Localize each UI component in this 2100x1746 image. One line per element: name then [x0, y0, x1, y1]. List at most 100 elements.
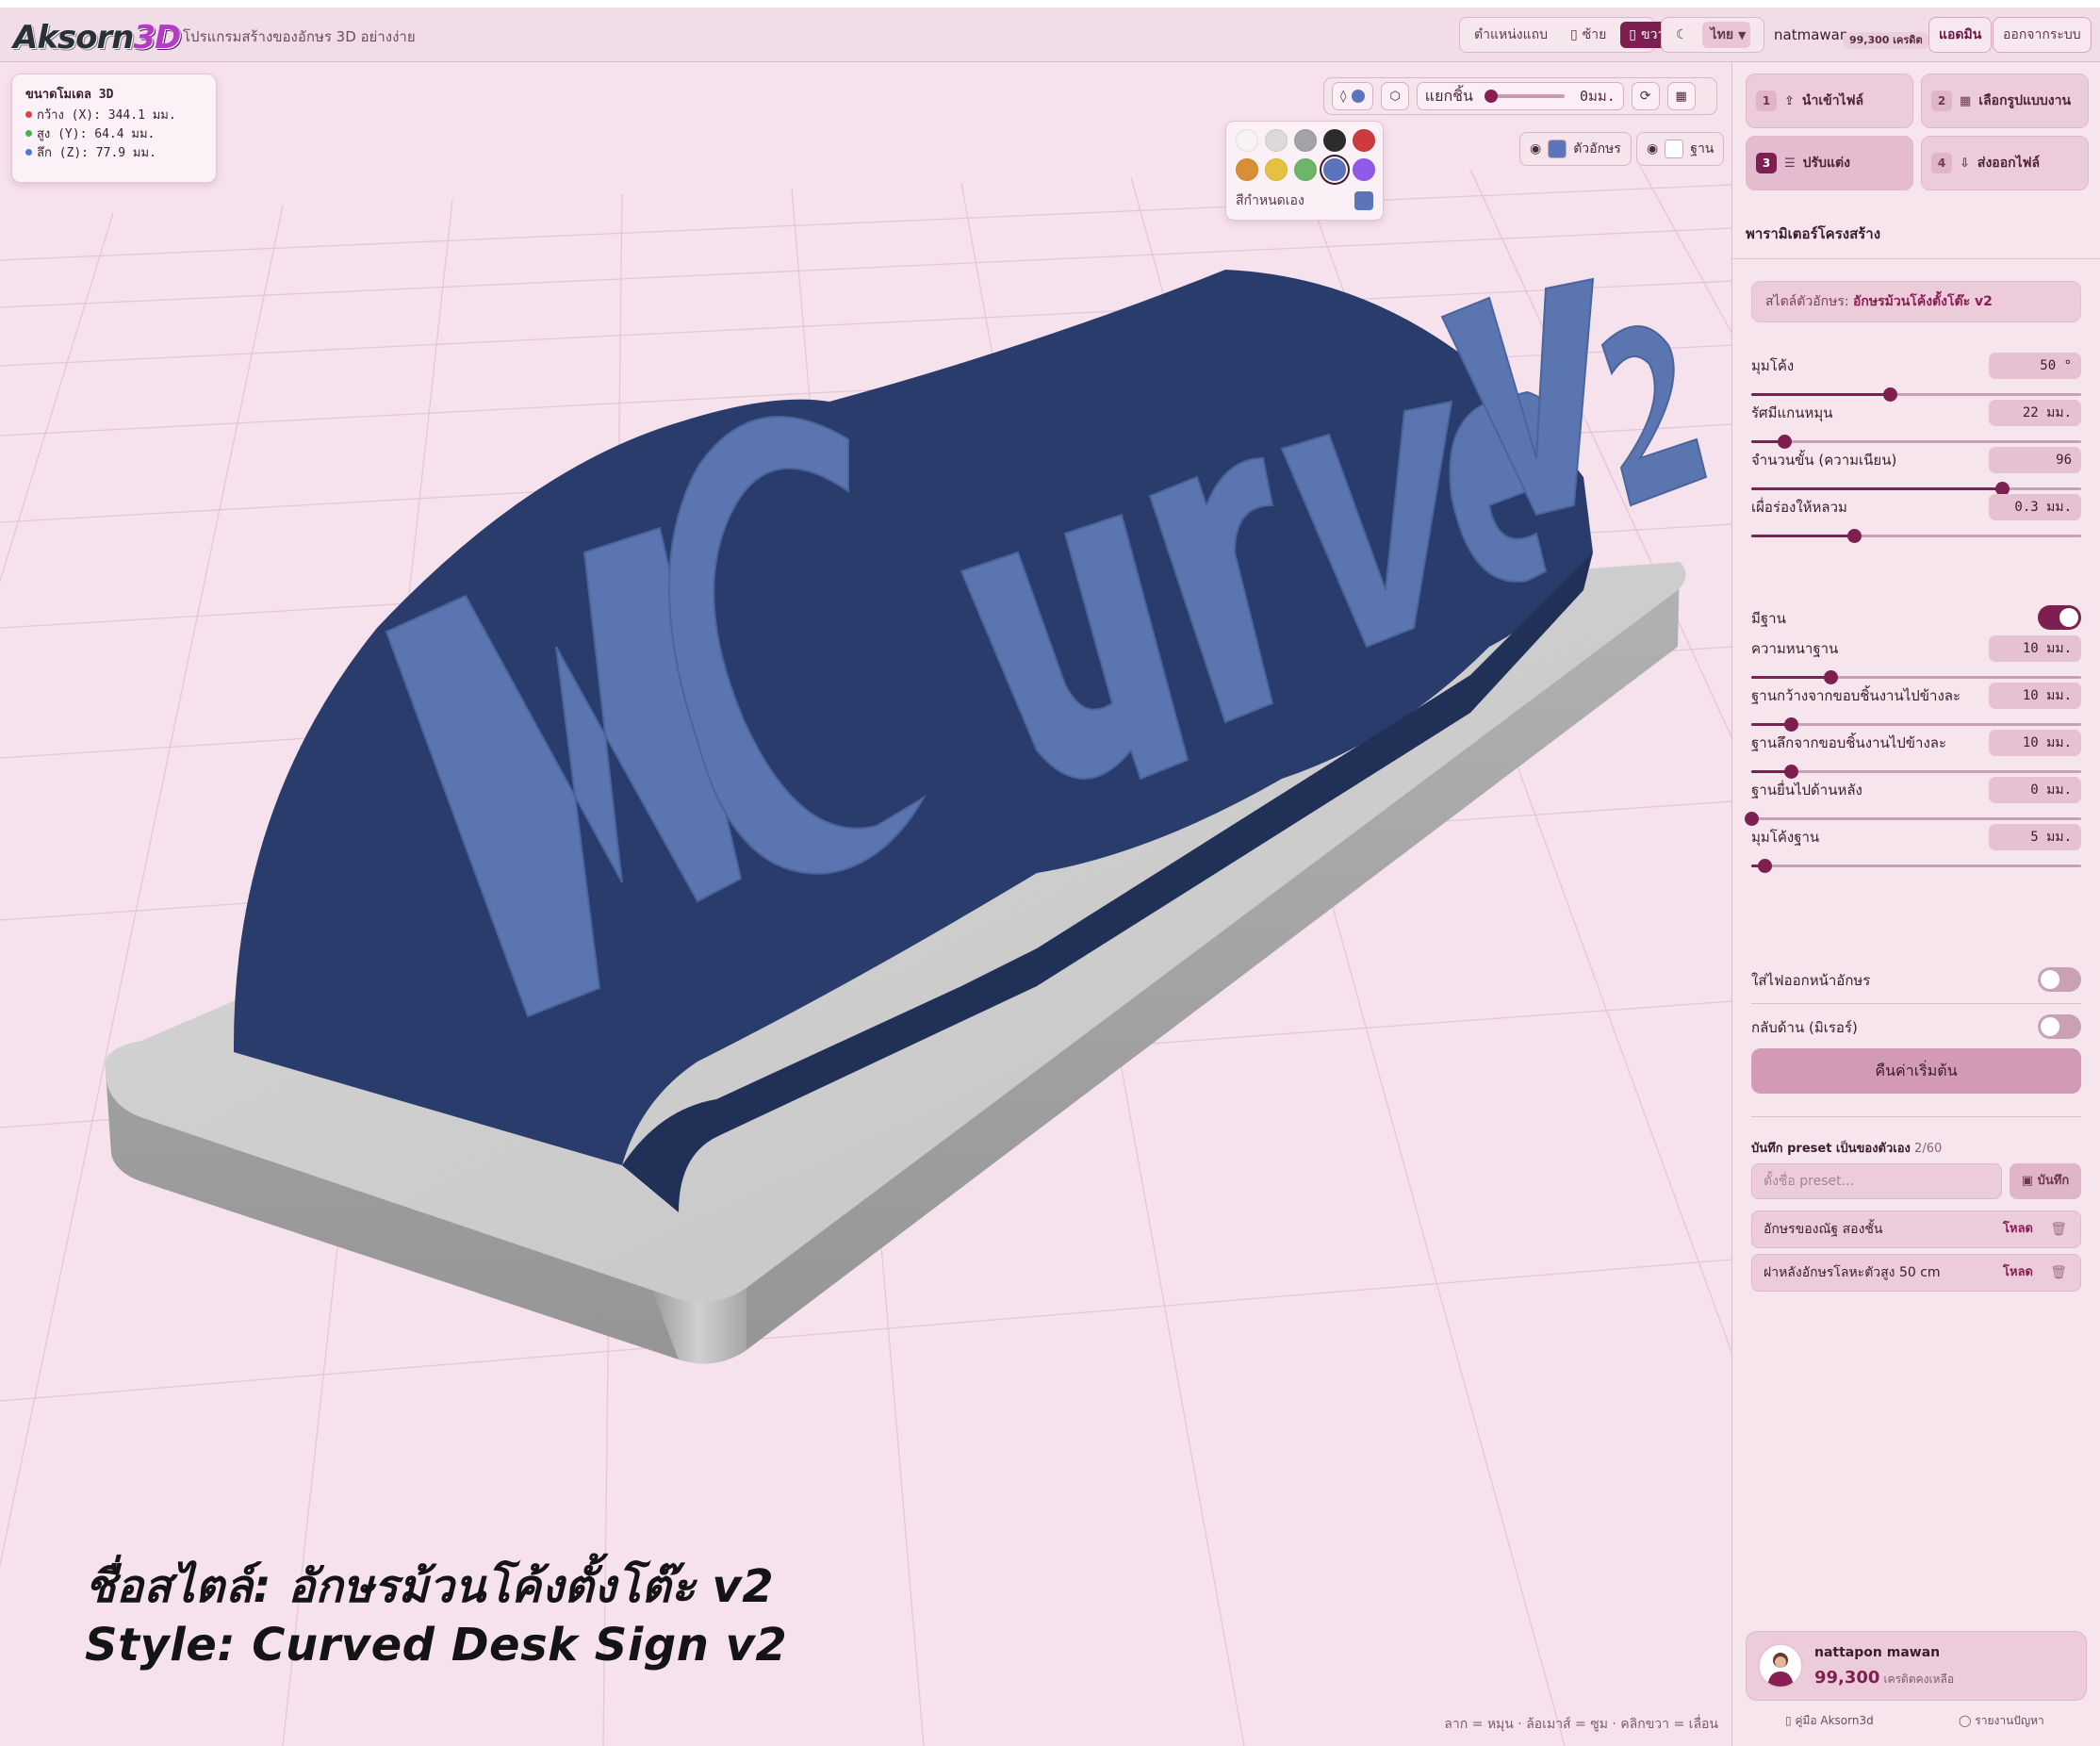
mirror-switch[interactable] [2038, 1014, 2081, 1039]
param-slider[interactable] [1751, 482, 2081, 496]
param-label: ฐานยื่นไปด้านหลัง [1751, 782, 1862, 799]
section-title: พารามิเตอร์โครงสร้าง [1746, 225, 1881, 242]
palette-swatch[interactable] [1265, 158, 1288, 181]
load-preset-button[interactable]: โหลด [2003, 1255, 2033, 1291]
param-value-input[interactable]: 96 [1989, 447, 2081, 473]
param-slider[interactable] [1751, 859, 2081, 873]
guide-link[interactable]: ▯ คู่มือ Aksorn3d [1785, 1712, 1874, 1730]
custom-color-label: สีกำหนดเอง [1236, 193, 1304, 208]
toggle-grid-button[interactable]: ▦ [1666, 82, 1696, 110]
preset-name-input[interactable]: ตั้งชื่อ preset... [1751, 1163, 2002, 1199]
reset-defaults-button[interactable]: คืนค่าเริ่มต้น [1751, 1048, 2081, 1094]
has-base-switch[interactable] [2038, 605, 2081, 630]
param-value-input[interactable]: 10 มม. [1989, 635, 2081, 662]
account-card[interactable]: nattapon mawan 99,300 เครดิตคงเหลือ [1746, 1631, 2087, 1701]
account-name: nattapon mawan [1814, 1645, 1941, 1660]
3d-scene[interactable] [0, 62, 1732, 1746]
theme-toggle-button[interactable]: ☾ [1667, 22, 1697, 48]
top-bar: Aksorn3D โปรแกรมสร้างของอักษร 3D อย่างง่… [0, 0, 2100, 62]
dims-height: สูง (Y): 64.4 มม. [25, 125, 203, 144]
settings-panel: 1 ⇪ นำเข้าไฟล์ 2 ▦ เลือกรูปแบบงาน 3 ☰ ปรับแต่ง 4 ⇩… [1732, 62, 2100, 1746]
app-tagline: โปรแกรมสร้างของอักษร 3D อย่างง่าย [183, 28, 416, 45]
param-label: มุมโค้ง [1751, 357, 1795, 374]
custom-color-row[interactable]: สีกำหนดเอง [1236, 190, 1373, 211]
param-value-input[interactable]: 50 ° [1989, 353, 2081, 379]
language-select[interactable]: ไทย ▼ [1701, 22, 1750, 48]
palette-swatch[interactable] [1294, 158, 1317, 181]
palette-swatch[interactable] [1265, 129, 1288, 152]
step-number: 1 [1756, 91, 1777, 111]
param-slider[interactable] [1751, 765, 2081, 779]
reset-view-button[interactable]: ⟳ [1631, 82, 1660, 110]
logout-button[interactable]: ออกจากระบบ [1993, 17, 2092, 53]
param-value-input[interactable]: 10 มม. [1989, 730, 2081, 756]
letters-visibility-toggle[interactable]: ◉ ตัวอักษร [1519, 132, 1632, 166]
param-slider[interactable] [1751, 529, 2081, 543]
param-slider-knob[interactable] [1758, 859, 1772, 873]
current-style-box: สไตล์ตัวอักษร: อักษรม้วนโค้งตั้งโต๊ะ v2 [1751, 281, 2081, 322]
letters-color-swatch [1548, 140, 1567, 158]
dims-width: กว้าง (X): 344.1 มม. [25, 107, 203, 125]
sliders-icon: ☰ [1784, 156, 1796, 171]
param-value-input[interactable]: 22 มม. [1989, 400, 2081, 426]
param-value-input[interactable]: 5 มม. [1989, 824, 2081, 850]
split-slider[interactable] [1485, 90, 1566, 103]
front-light-switch[interactable] [2038, 967, 2081, 992]
current-color-swatch [1352, 90, 1366, 103]
trash-icon[interactable]: 🗑 [2050, 1211, 2067, 1247]
custom-color-swatch[interactable] [1354, 191, 1373, 210]
front-light-row: ใส่ไฟออกหน้าอักษร [1751, 965, 2081, 994]
divider [1751, 1003, 2081, 1004]
divider [1751, 1116, 2081, 1117]
save-preset-button[interactable]: ▣ บันทึก [2010, 1163, 2081, 1199]
save-icon: ▣ [2021, 1174, 2034, 1188]
material-button[interactable]: ⬡ [1381, 82, 1409, 110]
credit-badge: 99,300 เครดิต [1844, 32, 1928, 49]
split-slider-knob[interactable] [1485, 90, 1499, 103]
split-value: 0มม. [1579, 88, 1616, 105]
app-logo[interactable]: Aksorn3D [13, 19, 181, 57]
palette-swatch[interactable] [1236, 158, 1258, 181]
param-slider[interactable] [1751, 387, 2081, 402]
front-light-label: ใส่ไฟออกหน้าอักษร [1751, 972, 1871, 989]
palette-swatch[interactable] [1323, 158, 1346, 181]
username: natmawan [1774, 26, 1849, 43]
palette-swatch[interactable] [1294, 129, 1317, 152]
step-tab-3[interactable]: 3 ☰ ปรับแต่ง [1746, 136, 1913, 190]
param-slider[interactable] [1751, 717, 2081, 732]
color-picker-button[interactable]: ◊ [1332, 82, 1374, 110]
step-tab-4[interactable]: 4 ⇩ ส่งออกไฟล์ [1921, 136, 2089, 190]
mirror-row: กลับด้าน (มิเรอร์) [1751, 1013, 2081, 1041]
step-tab-1[interactable]: 1 ⇪ นำเข้าไฟล์ [1746, 74, 1913, 128]
param-slider[interactable] [1751, 670, 2081, 684]
3d-viewport[interactable]: ขนาดโมเดล 3D กว้าง (X): 344.1 มม. สูง (Y… [0, 62, 1732, 1746]
color-palette: สีกำหนดเอง [1225, 121, 1384, 221]
palette-swatch[interactable] [1353, 158, 1375, 181]
panel-right-icon: ▯ [1629, 27, 1637, 42]
param-value-input[interactable]: 0.3 มม. [1989, 494, 2081, 520]
book-icon: ▯ [1785, 1714, 1792, 1727]
param-label: มุมโค้งฐาน [1751, 829, 1820, 846]
step-label: ปรับแต่ง [1802, 156, 1850, 171]
step-tab-2[interactable]: 2 ▦ เลือกรูปแบบงาน [1921, 74, 2089, 128]
viewport-toolbar: ◊ ⬡ แยกชิ้น 0มม. ⟳ ▦ [1323, 77, 1717, 115]
load-preset-button[interactable]: โหลด [2003, 1211, 2033, 1247]
param-value-input[interactable]: 10 มม. [1989, 683, 2081, 709]
split-label: แยกชิ้น [1424, 86, 1473, 105]
layout-left-button[interactable]: ▯ ซ้าย [1562, 22, 1615, 48]
param-value-input[interactable]: 0 มม. [1989, 777, 2081, 803]
eye-icon: ◉ [1647, 141, 1659, 156]
param-slider[interactable] [1751, 435, 2081, 449]
admin-button[interactable]: แอดมิน [1928, 17, 1993, 53]
preset-item: อักษรของณัฐ สองชั้น โหลด 🗑 [1751, 1211, 2081, 1248]
palette-swatch[interactable] [1353, 129, 1375, 152]
param-slider-knob[interactable] [1846, 529, 1862, 543]
base-visibility-toggle[interactable]: ◉ ฐาน [1636, 132, 1725, 166]
trash-icon[interactable]: 🗑 [2050, 1255, 2067, 1291]
palette-swatch[interactable] [1323, 129, 1346, 152]
letters-visibility-label: ตัวอักษร [1573, 141, 1621, 156]
param-slider[interactable] [1745, 812, 2081, 826]
report-issue-link[interactable]: ◯ รายงานปัญหา [1959, 1712, 2044, 1730]
step-label: นำเข้าไฟล์ [1801, 93, 1864, 108]
palette-swatch[interactable] [1236, 129, 1258, 152]
